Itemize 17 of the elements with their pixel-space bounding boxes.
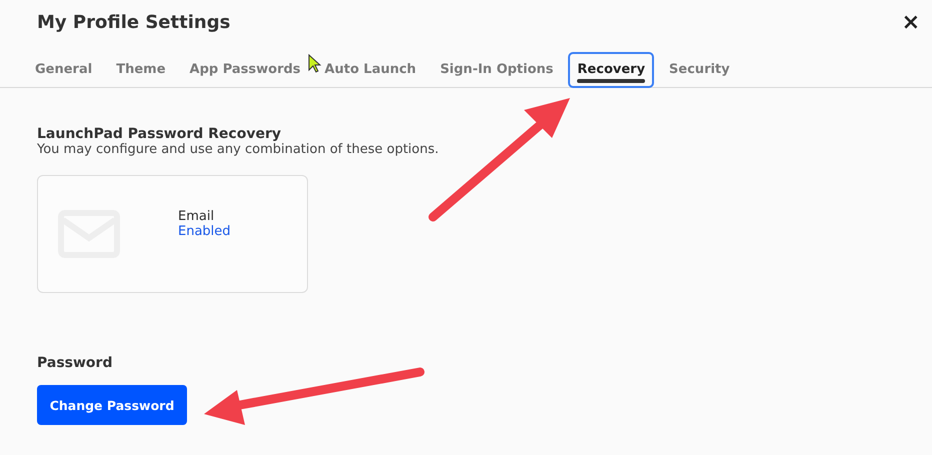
option-label: Email bbox=[178, 209, 216, 224]
change-password-button[interactable]: Change Password bbox=[37, 385, 187, 425]
recovery-option-card[interactable]: Email Enabled bbox=[37, 175, 308, 293]
option-status: Enabled bbox=[178, 224, 231, 239]
section-heading: Password bbox=[37, 355, 114, 371]
tab[interactable]: Security bbox=[660, 52, 739, 88]
section-heading: LaunchPad Password Recovery bbox=[37, 126, 282, 142]
tab[interactable]: Recovery bbox=[568, 52, 654, 88]
tab[interactable]: General bbox=[26, 52, 102, 88]
dialog-title: My Profile Settings bbox=[37, 12, 230, 33]
close-button[interactable]: × bbox=[902, 12, 920, 34]
tab[interactable]: Theme bbox=[107, 52, 175, 88]
tab[interactable]: Auto Launch bbox=[316, 52, 426, 88]
cursor-icon bbox=[308, 54, 322, 73]
tab[interactable]: Sign-In Options bbox=[431, 52, 562, 88]
tab[interactable]: App Passwords bbox=[180, 52, 310, 88]
section-description: You may configure and use any combination of these options. bbox=[37, 142, 440, 157]
